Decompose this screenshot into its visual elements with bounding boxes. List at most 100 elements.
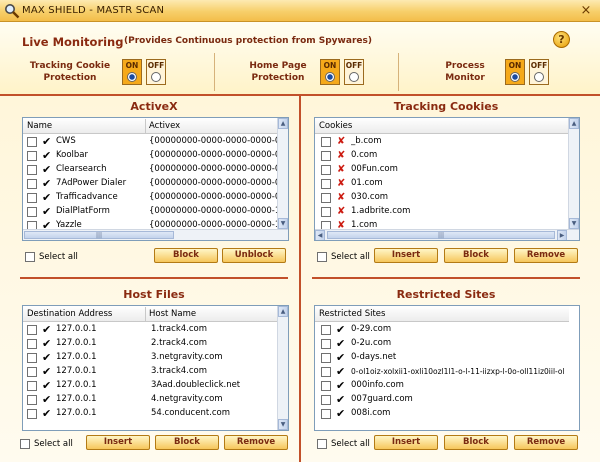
column-header-destination[interactable]: Destination Address <box>27 309 112 319</box>
table-row[interactable]: ✔ 008i.com <box>315 407 569 421</box>
table-row[interactable]: ✔ 127.0.0.1 2.track4.com <box>23 337 278 351</box>
select-all-checkbox[interactable] <box>20 439 30 449</box>
row-checkbox[interactable] <box>321 207 331 217</box>
row-checkbox[interactable] <box>27 165 37 175</box>
scroll-thumb[interactable]: ||| <box>24 231 174 239</box>
column-header-host[interactable]: Host Name <box>149 309 196 319</box>
hosts-insert-button[interactable]: Insert <box>86 435 150 450</box>
table-row[interactable]: ✔ Trafficadvance {00000000-0000-0000-0000-… <box>23 191 278 205</box>
activex-block-button[interactable]: Block <box>154 248 218 263</box>
row-checkbox[interactable] <box>321 395 331 405</box>
restricted-insert-button[interactable]: Insert <box>374 435 438 450</box>
vertical-scrollbar[interactable]: ▲ ▼ <box>277 306 288 430</box>
scroll-down-icon[interactable]: ▼ <box>278 218 288 229</box>
row-checkbox[interactable] <box>321 367 331 377</box>
scroll-thumb[interactable]: ||| <box>327 231 555 239</box>
table-row[interactable]: ✘ _b.com <box>315 135 569 149</box>
scroll-down-icon[interactable]: ▼ <box>278 419 288 430</box>
row-checkbox[interactable] <box>27 381 37 391</box>
cookies-insert-button[interactable]: Insert <box>374 248 438 263</box>
table-row[interactable]: ✔ 0-ol1oiz-xolxii1-oxli10ozl1l1-o-l-11-ii… <box>315 365 569 379</box>
restricted-block-button[interactable]: Block <box>444 435 508 450</box>
table-row[interactable]: ✔ 127.0.0.1 3.track4.com <box>23 365 278 379</box>
table-row[interactable]: ✔ CWS {00000000-0000-0000-0000-000 <box>23 135 278 149</box>
table-row[interactable]: ✔ 127.0.0.1 1.track4.com <box>23 323 278 337</box>
row-checkbox[interactable] <box>27 151 37 161</box>
close-button[interactable]: × <box>578 3 594 19</box>
scroll-up-icon[interactable]: ▲ <box>278 306 288 317</box>
row-checkbox[interactable] <box>27 137 37 147</box>
hosts-list[interactable]: Destination Address Host Name ✔ 127.0.0.1… <box>22 305 289 431</box>
vertical-scrollbar[interactable]: ▲ ▼ <box>277 118 288 229</box>
table-row[interactable]: ✘ 00Fun.com <box>315 163 569 177</box>
table-row[interactable]: ✘ 1.adbrite.com <box>315 205 569 219</box>
table-row[interactable]: ✔ 127.0.0.1 4.netgravity.com <box>23 393 278 407</box>
row-checkbox[interactable] <box>321 381 331 391</box>
table-row[interactable]: ✔ DialPlatForm {00000000-0000-0000-0000-10… <box>23 205 278 219</box>
column-header-activex[interactable]: Activex <box>149 121 180 131</box>
horizontal-scrollbar[interactable]: ||| <box>23 229 288 240</box>
select-all-checkbox[interactable] <box>317 252 327 262</box>
select-all-checkbox[interactable] <box>317 439 327 449</box>
activex-unblock-button[interactable]: Unblock <box>222 248 286 263</box>
row-checkbox[interactable] <box>27 207 37 217</box>
table-row[interactable]: ✘ 0.com <box>315 149 569 163</box>
help-icon[interactable]: ? <box>553 31 570 48</box>
row-checkbox[interactable] <box>321 409 331 419</box>
table-row[interactable]: ✔ 0-2u.com <box>315 337 569 351</box>
row-checkbox[interactable] <box>321 137 331 147</box>
scroll-left-icon[interactable]: ◀ <box>315 230 325 240</box>
vertical-scrollbar[interactable]: ▲ ▼ <box>568 118 579 229</box>
cookies-list[interactable]: Cookies ✘ _b.com ✘ 0.com ✘ 00Fun.com ✘ 01.co… <box>314 117 580 241</box>
table-row[interactable]: ✔ Koolbar {00000000-0000-0000-0000-000 <box>23 149 278 163</box>
row-checkbox[interactable] <box>321 353 331 363</box>
row-checkbox[interactable] <box>27 395 37 405</box>
row-checkbox[interactable] <box>27 353 37 363</box>
table-row[interactable]: ✔ 127.0.0.1 3Aad.doubleclick.net <box>23 379 278 393</box>
table-row[interactable]: ✔ Clearsearch {00000000-0000-0000-0000-000 <box>23 163 278 177</box>
row-checkbox[interactable] <box>321 151 331 161</box>
hosts-remove-button[interactable]: Remove <box>224 435 288 450</box>
restricted-remove-button[interactable]: Remove <box>514 435 578 450</box>
restricted-list[interactable]: Restricted Sites ✔ 0-29.com ✔ 0-2u.com ✔ 0-… <box>314 305 580 431</box>
home-page-off-toggle[interactable]: OFF <box>344 59 364 85</box>
scroll-right-icon[interactable]: ▶ <box>557 230 567 240</box>
row-checkbox[interactable] <box>27 325 37 335</box>
row-checkbox[interactable] <box>27 339 37 349</box>
row-checkbox[interactable] <box>27 367 37 377</box>
horizontal-scrollbar[interactable]: ◀ ||| ▶ <box>315 229 579 240</box>
row-checkbox[interactable] <box>321 325 331 335</box>
table-row[interactable]: ✔ 000info.com <box>315 379 569 393</box>
select-all-checkbox[interactable] <box>25 252 35 262</box>
column-header-restricted[interactable]: Restricted Sites <box>319 309 385 319</box>
row-checkbox[interactable] <box>321 339 331 349</box>
table-row[interactable]: ✘ 01.com <box>315 177 569 191</box>
table-row[interactable]: ✘ 030.com <box>315 191 569 205</box>
process-monitor-off-toggle[interactable]: OFF <box>529 59 549 85</box>
row-checkbox[interactable] <box>27 179 37 189</box>
row-checkbox[interactable] <box>27 409 37 419</box>
table-row[interactable]: ✔ 007guard.com <box>315 393 569 407</box>
scroll-down-icon[interactable]: ▼ <box>569 218 579 229</box>
home-page-on-toggle[interactable]: ON <box>320 59 340 85</box>
cookies-remove-button[interactable]: Remove <box>514 248 578 263</box>
row-checkbox[interactable] <box>27 193 37 203</box>
hosts-block-button[interactable]: Block <box>155 435 219 450</box>
row-checkbox[interactable] <box>321 165 331 175</box>
table-row[interactable]: ✔ 127.0.0.1 54.conducent.com <box>23 407 278 421</box>
column-header-cookies[interactable]: Cookies <box>319 121 352 131</box>
table-row[interactable]: ✔ 7AdPower Dialer {00000000-0000-0000-0000… <box>23 177 278 191</box>
scroll-up-icon[interactable]: ▲ <box>278 118 288 129</box>
row-checkbox[interactable] <box>321 179 331 189</box>
table-row[interactable]: ✔ 0-days.net <box>315 351 569 365</box>
tracking-cookie-on-toggle[interactable]: ON <box>122 59 142 85</box>
cookies-block-button[interactable]: Block <box>444 248 508 263</box>
tracking-cookie-off-toggle[interactable]: OFF <box>146 59 166 85</box>
table-row[interactable]: ✔ 127.0.0.1 3.netgravity.com <box>23 351 278 365</box>
table-row[interactable]: ✔ 0-29.com <box>315 323 569 337</box>
activex-list[interactable]: Name Activex ✔ CWS {00000000-0000-0000-000… <box>22 117 289 241</box>
scroll-up-icon[interactable]: ▲ <box>569 118 579 129</box>
row-checkbox[interactable] <box>321 193 331 203</box>
process-monitor-on-toggle[interactable]: ON <box>505 59 525 85</box>
column-header-name[interactable]: Name <box>27 121 52 131</box>
